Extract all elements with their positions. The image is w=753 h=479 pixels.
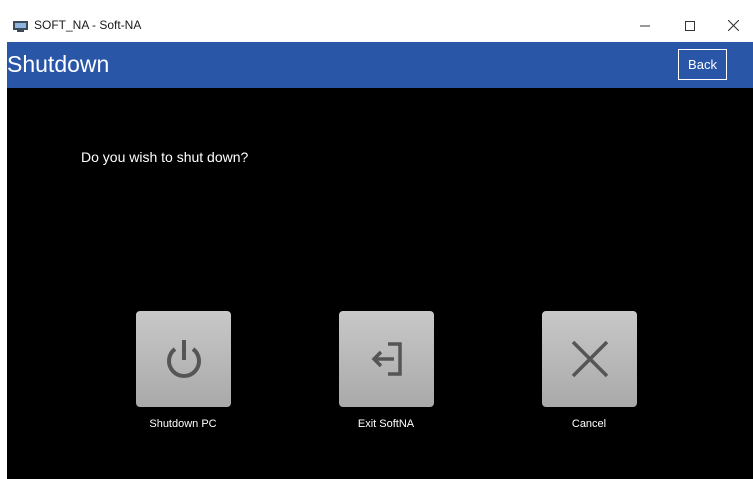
shutdown-pc-button[interactable] xyxy=(136,311,231,407)
shutdown-pc-label: Shutdown PC xyxy=(149,418,217,430)
cancel-button[interactable] xyxy=(542,311,637,407)
exit-softna-button[interactable] xyxy=(339,311,434,407)
close-window-button[interactable] xyxy=(713,9,753,42)
close-window-icon xyxy=(727,20,739,31)
close-icon xyxy=(571,340,608,378)
app-icon xyxy=(13,21,28,32)
shutdown-question: Do you wish to shut down? xyxy=(81,149,249,165)
cancel-label: Cancel xyxy=(571,418,607,430)
title-bar: SOFT_NA - Soft-NA xyxy=(7,9,753,42)
window-title: SOFT_NA - Soft-NA xyxy=(34,18,142,32)
app-window: SOFT_NA - Soft-NA Shutdown Back Do you w… xyxy=(7,9,753,479)
maximize-icon xyxy=(685,20,695,31)
back-button[interactable]: Back xyxy=(678,49,727,80)
maximize-button[interactable] xyxy=(670,9,710,42)
minimize-icon xyxy=(640,25,650,26)
page-title: Shutdown xyxy=(7,51,110,77)
power-icon xyxy=(166,340,201,378)
page-header: Shutdown Back xyxy=(7,42,753,88)
exit-icon xyxy=(371,342,402,376)
exit-softna-label: Exit SoftNA xyxy=(357,418,415,430)
minimize-button[interactable] xyxy=(625,9,665,42)
